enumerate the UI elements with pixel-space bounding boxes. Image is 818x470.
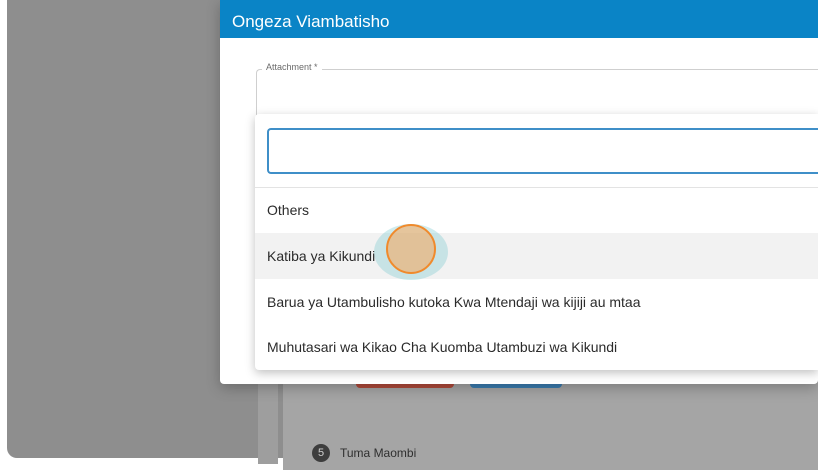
dropdown-search-input[interactable] [267, 128, 818, 174]
option-muhutasari-wa-kikao[interactable]: Muhutasari wa Kikao Cha Kuomba Utambuzi … [255, 324, 818, 370]
option-katiba-ya-kikundi[interactable]: Katiba ya Kikundi [255, 233, 818, 279]
option-barua-ya-utambulisho[interactable]: Barua ya Utambulisho kutoka Kwa Mtendaji… [255, 279, 818, 325]
cursor-highlight [386, 224, 436, 274]
attachment-field-label: Attachment * [262, 62, 322, 72]
option-others[interactable]: Others [255, 187, 818, 233]
background-step-5: 5 Tuma Maombi [312, 444, 416, 462]
step-label: Tuma Maombi [340, 446, 417, 460]
dialog-title: Ongeza Viambatisho [232, 12, 390, 31]
step-number-badge: 5 [312, 444, 330, 462]
attachment-dropdown-menu: Others Katiba ya Kikundi Barua ya Utambu… [255, 114, 818, 370]
dialog-header: Ongeza Viambatisho [220, 0, 818, 38]
